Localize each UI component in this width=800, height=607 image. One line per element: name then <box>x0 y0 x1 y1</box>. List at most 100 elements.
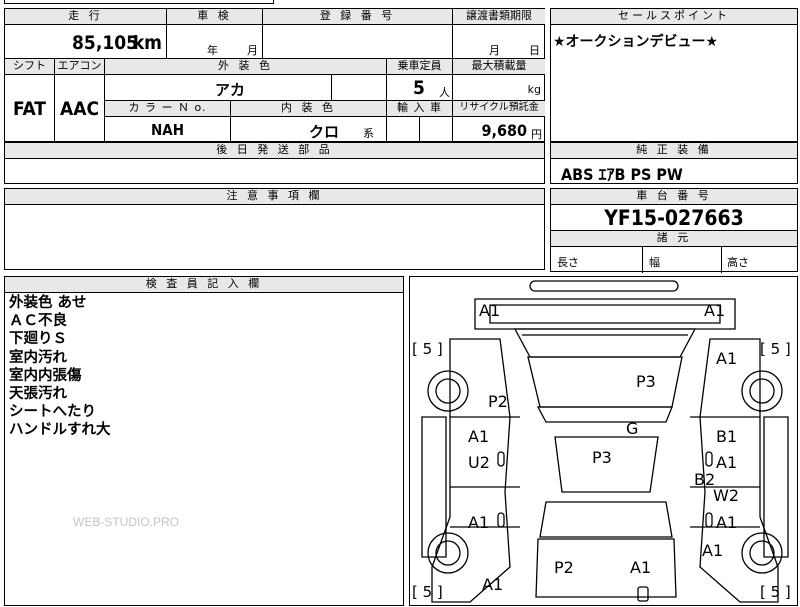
damage-mark: A1 <box>704 301 726 320</box>
color-no-value: NAH <box>150 121 185 139</box>
sales-point-box: セールスポイント ★オークションデビュー★ <box>550 8 798 142</box>
dimension-divider-1 <box>642 247 643 273</box>
notes-box: 注 意 事 項 欄 <box>4 188 545 270</box>
damage-mark: P3 <box>592 448 612 467</box>
shift-cell: FAT <box>5 75 55 143</box>
inspector-box: 検 査 員 記 入 欄 外装色 あせ ＡＣ不良 下廻りＳ 室内汚れ 室内内張傷 … <box>4 276 404 606</box>
top-partial-row <box>4 0 274 4</box>
sales-point-value: ★オークションデビュー★ <box>553 34 719 50</box>
import-cell <box>387 117 453 143</box>
damage-mark: U2 <box>468 453 490 472</box>
dimensions-header: 諸 元 <box>551 231 797 247</box>
exterior-color-divider <box>331 75 332 100</box>
main-info-table: 走 行 車 検 登 録 番 号 譲渡書類期限 85,105 km 年 月 月 日… <box>4 8 545 143</box>
damage-mark: A1 <box>716 513 738 532</box>
interior-color-header: 内 装 色 <box>231 101 387 117</box>
interior-color-value: クロ <box>309 123 340 141</box>
chassis-value: YF15-027663 <box>551 205 797 231</box>
distance-unit: km <box>132 32 162 54</box>
capacity-unit: 人 <box>439 86 450 99</box>
tire-rating-front-left: [ 5 ] <box>412 340 443 358</box>
dimension-width-label: 幅 <box>649 256 660 269</box>
later-parts-box: 後 日 発 送 部 品 <box>4 142 545 184</box>
capacity-cell: 5 人 <box>387 75 453 101</box>
damage-mark: A1 <box>630 558 652 577</box>
transfer-month-label: 月 <box>489 44 500 57</box>
recycle-header: リサイクル預託金 <box>453 101 545 117</box>
inspection-cell: 年 月 <box>167 25 263 59</box>
damage-mark: B1 <box>716 427 738 446</box>
equipment-value: ABS ｴｱB PS PW <box>561 165 683 184</box>
inspector-line: ハンドルすれ大 <box>9 422 111 439</box>
transfer-day-label: 日 <box>529 44 540 57</box>
car-diagram-box: A1 A1 A1 P3 P2 A1 G B1 U2 P3 A1 B2 W2 A1… <box>409 276 798 606</box>
capacity-header: 乗車定員 <box>387 59 453 75</box>
exterior-color-value: アカ <box>215 81 246 99</box>
inspection-month-label: 月 <box>247 44 258 57</box>
exterior-color-header: 外 装 色 <box>105 59 387 75</box>
damage-mark: P2 <box>488 392 508 411</box>
damage-mark: B2 <box>694 470 716 489</box>
max-load-unit: kg <box>527 83 541 96</box>
equipment-box: 純 正 装 備 ABS ｴｱB PS PW <box>550 142 798 184</box>
distance-value: 85,105 <box>72 32 138 54</box>
damage-mark: G <box>626 419 639 438</box>
damage-mark: A1 <box>702 541 724 560</box>
import-header: 輸 入 車 <box>387 101 453 117</box>
dimensions-row: 長さ 幅 高さ <box>551 247 797 273</box>
equipment-header: 純 正 装 備 <box>551 143 797 159</box>
inspector-line: 室内汚れ <box>9 349 67 366</box>
aircon-cell: AAC <box>55 75 105 143</box>
color-no-cell: NAH <box>105 117 231 143</box>
tire-rating-rear-right: [ 5 ] <box>760 583 791 601</box>
tire-rating-rear-left: [ 5 ] <box>412 583 443 601</box>
dimension-divider-2 <box>721 247 722 273</box>
damage-mark: A1 <box>716 453 738 472</box>
damage-mark: A1 <box>482 575 504 594</box>
watermark: WEB-STUDIO.PRO <box>73 515 180 529</box>
transfer-deadline-header: 譲渡書類期限 <box>453 9 545 25</box>
damage-mark: A1 <box>468 513 490 532</box>
damage-mark: P3 <box>636 372 656 391</box>
registration-header: 登 録 番 号 <box>263 9 453 25</box>
distance-header: 走 行 <box>5 9 167 25</box>
chassis-header: 車 台 番 号 <box>551 189 797 205</box>
distance-cell: 85,105 km <box>5 25 167 59</box>
recycle-value: 9,680 <box>481 121 527 140</box>
recycle-cell: 9,680 円 <box>453 117 545 143</box>
recycle-unit: 円 <box>531 128 542 141</box>
damage-mark: A1 <box>468 427 490 446</box>
max-load-header: 最大積載量 <box>453 59 545 75</box>
inspector-line: 天張汚れ <box>9 386 67 403</box>
damage-mark: W2 <box>713 486 739 505</box>
interior-color-cell: クロ 系 <box>231 117 387 143</box>
registration-cell <box>263 25 453 59</box>
chassis-box: 車 台 番 号 YF15-027663 諸 元 長さ 幅 高さ <box>550 188 798 273</box>
inspector-header: 検 査 員 記 入 欄 <box>5 277 403 293</box>
damage-mark: P2 <box>554 558 574 577</box>
sales-point-header: セールスポイント <box>551 9 797 25</box>
inspection-year-label: 年 <box>207 44 218 57</box>
inspector-line: 外装色 あせ <box>9 295 87 311</box>
later-parts-header: 後 日 発 送 部 品 <box>5 143 544 159</box>
transfer-deadline-cell: 月 日 <box>453 25 545 59</box>
dimension-length-label: 長さ <box>557 256 579 269</box>
inspector-line: 室内内張傷 <box>9 367 82 384</box>
tire-rating-front-right: [ 5 ] <box>760 340 791 358</box>
notes-header: 注 意 事 項 欄 <box>5 189 544 205</box>
inspector-line: シートへたり <box>9 404 96 421</box>
exterior-color-cell: アカ <box>105 75 387 101</box>
max-load-cell: kg <box>453 75 545 101</box>
inspection-header: 車 検 <box>167 9 263 25</box>
damage-mark: A1 <box>479 301 501 320</box>
interior-color-suffix: 系 <box>363 127 374 140</box>
color-no-header: カ ラ ー Ｎ o. <box>105 101 231 117</box>
shift-value: FAT <box>13 98 46 120</box>
inspector-line: 下廻りＳ <box>9 331 67 348</box>
damage-mark: A1 <box>716 349 738 368</box>
import-divider <box>419 117 420 143</box>
aircon-header: エアコン <box>55 59 105 75</box>
dimension-height-label: 高さ <box>727 256 749 269</box>
shift-header: シフト <box>5 59 55 75</box>
capacity-value: 5 <box>413 77 425 99</box>
